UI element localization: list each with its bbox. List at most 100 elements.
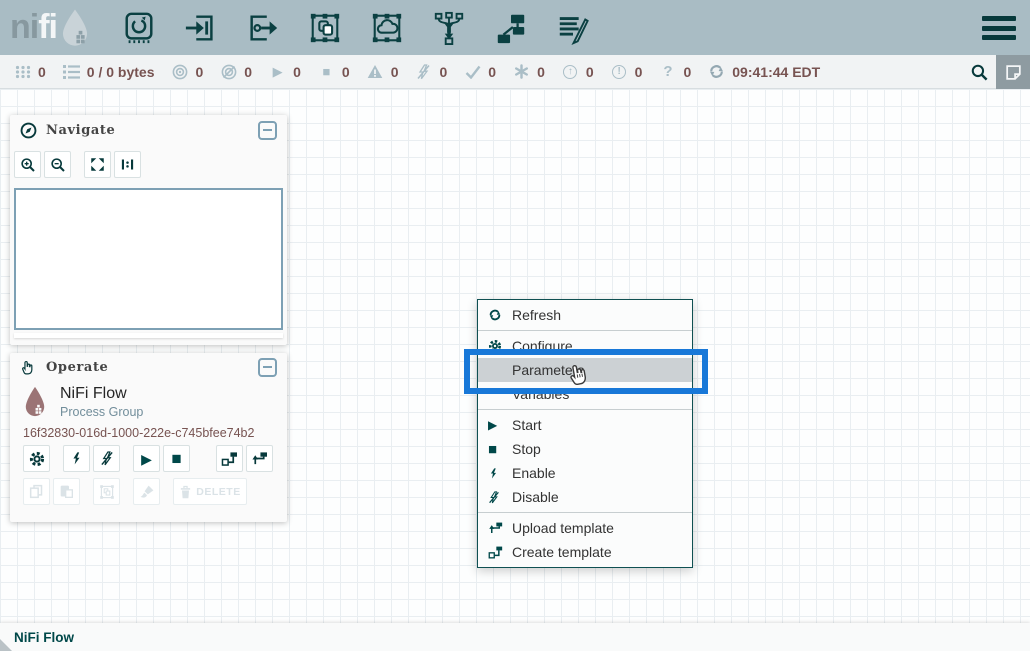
- lightning-icon: [488, 467, 512, 480]
- arrow-up-circle-icon: ↑: [562, 63, 579, 80]
- template-icon: [494, 11, 528, 45]
- menu-item-enable[interactable]: Enable: [478, 461, 692, 485]
- navigate-collapse-button[interactable]: [258, 121, 277, 140]
- zoom-fit-button[interactable]: [84, 151, 111, 178]
- queued-list-icon: [63, 63, 80, 80]
- menu-item-parameters[interactable]: Parameters: [478, 358, 692, 382]
- stopped-count: 0: [342, 64, 350, 80]
- bulletin-board-button[interactable]: [996, 55, 1030, 89]
- logo-text-ni: ni: [10, 8, 38, 47]
- trash-icon: [179, 485, 192, 499]
- status-bar: 0 0 / 0 bytes 0 0 ▶: [0, 55, 1030, 89]
- asterisk-icon: [513, 63, 530, 80]
- label-icon: [556, 11, 590, 45]
- selection-type: Process Group: [60, 405, 143, 419]
- group-button[interactable]: [93, 478, 120, 505]
- funnel-icon: [432, 11, 466, 45]
- input-port-icon: [184, 11, 218, 45]
- delete-button-label: DELETE: [196, 486, 240, 498]
- breadcrumb-root[interactable]: NiFi Flow: [14, 630, 74, 645]
- stat-active-threads: 0: [14, 63, 46, 80]
- output-port-tool[interactable]: [244, 8, 282, 48]
- copy-button[interactable]: [23, 478, 50, 505]
- process-group-tool[interactable]: [306, 8, 344, 48]
- refresh-status: 09:41:44 EDT: [708, 63, 820, 80]
- label-tool[interactable]: [554, 8, 592, 48]
- selected-component-info: NiFi Flow Process Group: [10, 381, 287, 419]
- warning-icon: [367, 63, 384, 80]
- stat-not-transmitting: 0: [220, 63, 252, 80]
- enable-button[interactable]: [63, 445, 90, 472]
- remote-process-group-tool[interactable]: [368, 8, 406, 48]
- menu-item-upload-template[interactable]: Upload template: [478, 516, 692, 540]
- stop-button[interactable]: ■: [163, 445, 190, 472]
- zoom-in-button[interactable]: [14, 151, 41, 178]
- menu-item-label: Create template: [512, 544, 612, 560]
- play-icon: ▶: [141, 452, 152, 466]
- statusbar-right: [963, 55, 1030, 89]
- queued-count: 0 / 0 bytes: [87, 64, 155, 80]
- last-refreshed-time: 09:41:44 EDT: [732, 64, 820, 80]
- processor-tool[interactable]: [120, 8, 158, 48]
- menu-item-create-template[interactable]: Create template: [478, 540, 692, 564]
- breadcrumb-resize-handle[interactable]: [0, 639, 12, 651]
- zoom-actual-size-button[interactable]: [114, 151, 141, 178]
- refresh-icon[interactable]: [708, 63, 725, 80]
- start-button[interactable]: ▶: [133, 445, 160, 472]
- navigate-panel-header[interactable]: Navigate: [10, 115, 287, 145]
- stat-disabled: 0: [415, 63, 447, 80]
- birdseye-resize-strip[interactable]: [14, 333, 283, 338]
- input-port-tool[interactable]: [182, 8, 220, 48]
- menu-item-stop[interactable]: ■ Stop: [478, 437, 692, 461]
- global-menu-button[interactable]: [982, 16, 1016, 40]
- disabled-lightning-icon: [488, 491, 512, 504]
- delete-button[interactable]: DELETE: [173, 478, 247, 505]
- menu-item-configure[interactable]: Configure: [478, 334, 692, 358]
- fill-color-button[interactable]: [133, 478, 160, 505]
- navigate-tools: [10, 145, 287, 182]
- stop-icon: ■: [488, 442, 497, 457]
- upload-template-button[interactable]: [246, 445, 273, 472]
- menu-item-refresh[interactable]: Refresh: [478, 303, 692, 327]
- menu-item-label: Enable: [512, 465, 556, 481]
- stat-stale: ↑ 0: [562, 63, 594, 80]
- refresh-icon: [488, 308, 512, 322]
- flow-canvas[interactable]: Navigate: [0, 89, 1030, 623]
- menu-item-variables[interactable]: Variables: [478, 382, 692, 406]
- configure-button[interactable]: [23, 445, 50, 472]
- funnel-tool[interactable]: [430, 8, 468, 48]
- navigate-panel-title: Navigate: [46, 123, 258, 138]
- operate-collapse-button[interactable]: [258, 358, 277, 377]
- create-template-button[interactable]: [216, 445, 243, 472]
- menu-item-start[interactable]: ▶ Start: [478, 413, 692, 437]
- operate-buttons-row2: DELETE: [10, 472, 287, 505]
- operate-panel-header[interactable]: Operate: [10, 353, 287, 381]
- disable-button[interactable]: [93, 445, 120, 472]
- stat-queued: 0 / 0 bytes: [63, 63, 155, 80]
- running-count: 0: [293, 64, 301, 80]
- create-template-icon: [221, 451, 238, 466]
- template-tool[interactable]: [492, 8, 530, 48]
- stat-transmitting: 0: [172, 63, 204, 80]
- search-button[interactable]: [963, 55, 996, 89]
- active-threads-count: 0: [38, 64, 46, 80]
- flow-status-stats: 0 0 / 0 bytes 0 0 ▶: [0, 63, 820, 80]
- menu-separator: [478, 409, 692, 410]
- zoom-out-button[interactable]: [44, 151, 71, 178]
- stat-locally-modified: 0: [513, 63, 545, 80]
- threads-grid-icon: [14, 63, 31, 80]
- transmitting-icon: [172, 63, 189, 80]
- menu-item-label: Stop: [512, 441, 541, 457]
- birdseye-view[interactable]: [14, 188, 283, 330]
- compass-icon: [20, 122, 37, 139]
- upload-template-icon: [488, 521, 512, 535]
- stop-icon: ■: [171, 450, 181, 467]
- menu-item-disable[interactable]: Disable: [478, 485, 692, 509]
- note-icon: [1004, 63, 1023, 82]
- operate-panel: Operate NiFi Flow Process Group 16f32830…: [10, 353, 287, 522]
- operate-panel-title: Operate: [46, 360, 258, 375]
- context-menu: Refresh Configure Parameters Variables ▶…: [477, 299, 693, 568]
- logo-text-fi: fi: [38, 8, 57, 47]
- nifi-logo: nifi: [0, 8, 92, 48]
- paste-button[interactable]: [53, 478, 80, 505]
